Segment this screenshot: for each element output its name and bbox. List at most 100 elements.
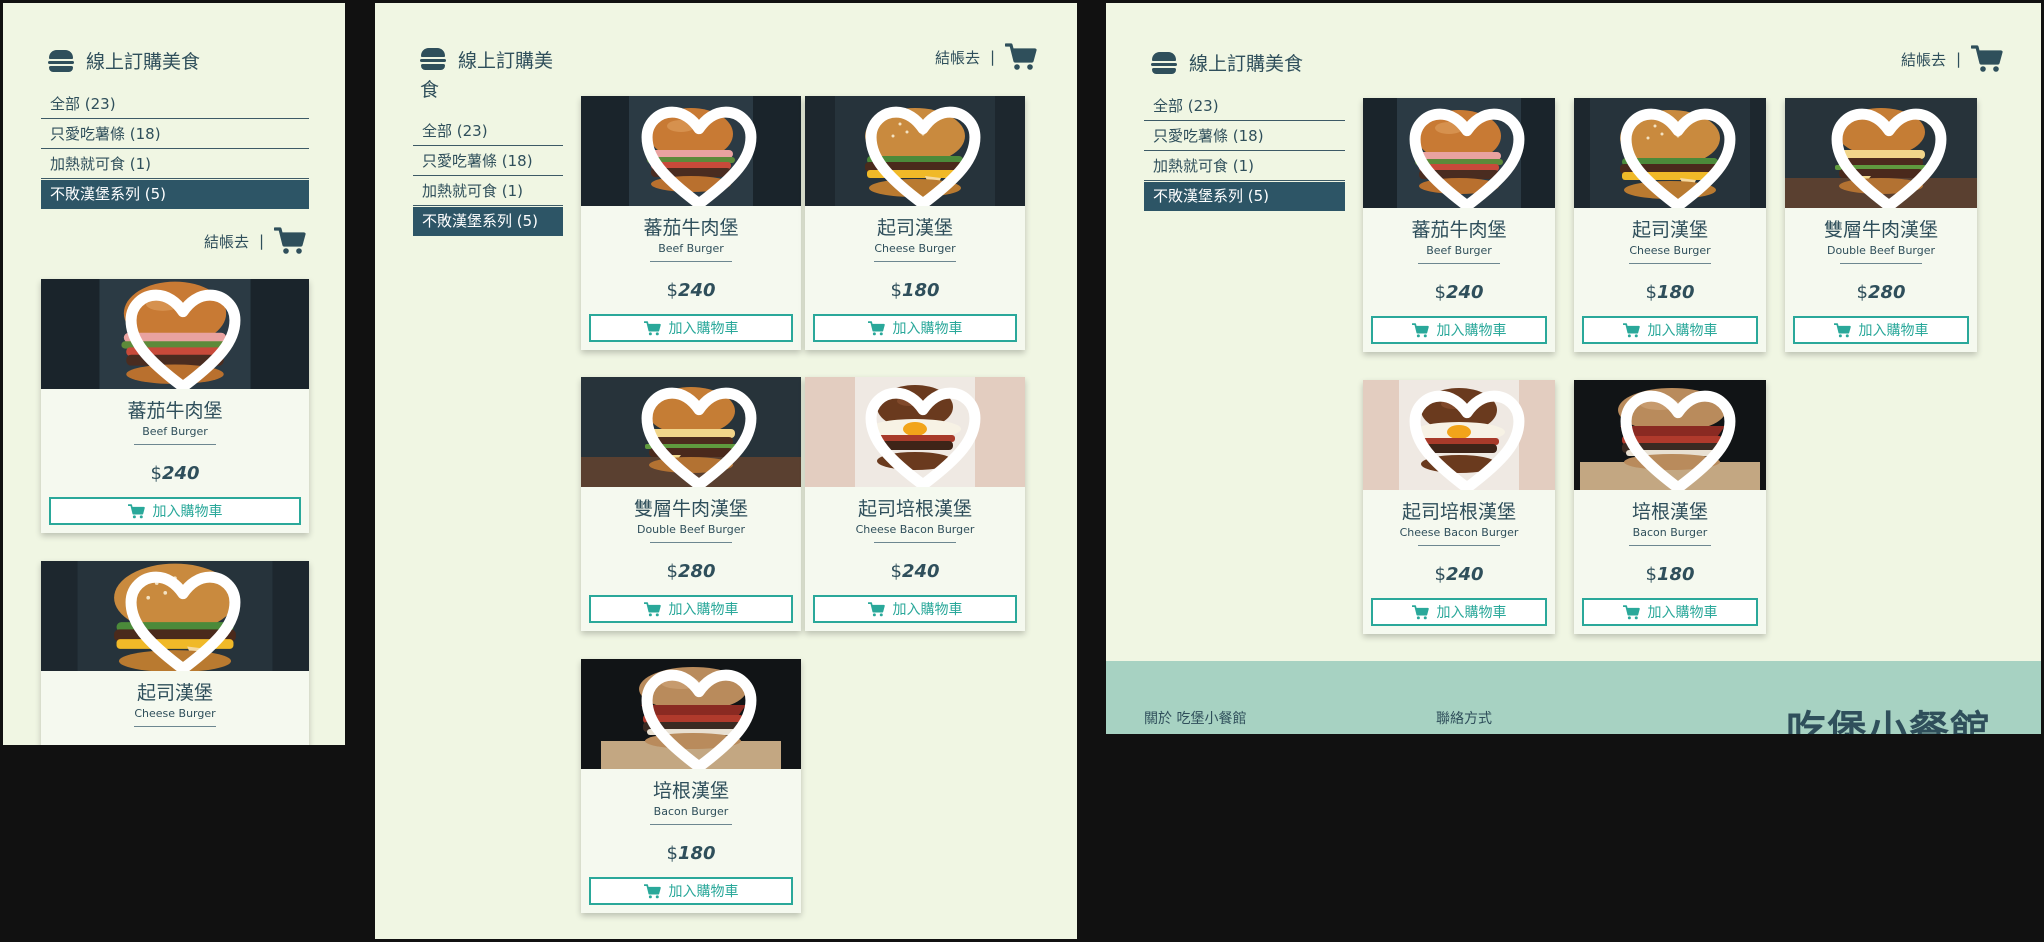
checkout-label: 結帳去 bbox=[204, 232, 250, 251]
checkout-link[interactable]: 結帳去 | bbox=[1901, 45, 2003, 73]
checkout-separator: | bbox=[1956, 50, 1962, 68]
brand[interactable]: 線上訂購美食 bbox=[48, 47, 200, 74]
product-image-cheese-bacon-burger[interactable] bbox=[805, 377, 1025, 487]
checkout-link[interactable]: 結帳去 | bbox=[204, 227, 306, 255]
tablet-view-panel: 線上訂購美食 全部 (23) 只愛吃薯條 (18) 加熱就可食 (1) 不敗漢堡… bbox=[375, 3, 1077, 939]
product-card: 雙層牛肉漢堡 Double Beef Burger $280 加入購物車 bbox=[1785, 98, 1977, 352]
product-subtitle: Bacon Burger bbox=[1632, 526, 1708, 539]
category-item-burgers[interactable]: 不敗漢堡系列 (5) bbox=[1144, 182, 1345, 211]
add-to-cart-button[interactable]: 加入購物車 bbox=[49, 497, 301, 525]
heart-icon[interactable] bbox=[1793, 105, 1977, 208]
add-to-cart-button[interactable]: 加入購物車 bbox=[813, 314, 1017, 342]
product-card: 雙層牛肉漢堡 Double Beef Burger $280 加入購物車 bbox=[581, 377, 801, 631]
product-image-cheese-bacon-burger[interactable] bbox=[1363, 380, 1555, 490]
add-to-cart-label: 加入購物車 bbox=[668, 602, 739, 618]
product-card: 培根漢堡 Bacon Burger $180 加入購物車 bbox=[581, 659, 801, 913]
category-item-burgers[interactable]: 不敗漢堡系列 (5) bbox=[41, 180, 309, 209]
product-title: 起司漢堡 bbox=[1631, 219, 1708, 241]
product-image-beef-burger[interactable] bbox=[581, 96, 801, 206]
category-item-fries[interactable]: 只愛吃薯條 (18) bbox=[1144, 122, 1345, 151]
footer-contact-link[interactable]: 聯絡方式 bbox=[1436, 708, 1492, 728]
checkout-link[interactable]: 結帳去 | bbox=[935, 43, 1037, 71]
heart-icon[interactable] bbox=[589, 103, 801, 206]
cart-icon bbox=[1412, 323, 1429, 338]
product-title: 蕃茄牛肉堡 bbox=[1411, 219, 1507, 241]
brand[interactable]: 線上訂購美食 bbox=[1151, 49, 1303, 76]
product-subtitle: Beef Burger bbox=[1426, 244, 1492, 257]
heart-icon[interactable] bbox=[589, 666, 801, 769]
heart-icon[interactable] bbox=[49, 568, 309, 671]
add-to-cart-button[interactable]: 加入購物車 bbox=[589, 314, 793, 342]
product-subtitle: Double Beef Burger bbox=[636, 523, 746, 536]
heart-icon[interactable] bbox=[589, 384, 801, 487]
brand[interactable]: 線上訂購美食 bbox=[420, 47, 570, 105]
divider bbox=[650, 824, 732, 825]
desktop-view-panel: 線上訂購美食 結帳去 | 全部 (23) 只愛吃薯條 (18) 加熱就可食 (1… bbox=[1106, 3, 2041, 734]
shopping-cart-icon[interactable] bbox=[1971, 45, 2003, 73]
heart-icon[interactable] bbox=[1582, 105, 1766, 208]
product-image-double-beef-burger[interactable] bbox=[581, 377, 801, 487]
category-item-all[interactable]: 全部 (23) bbox=[1144, 92, 1345, 121]
product-title: 起司漢堡 bbox=[136, 682, 213, 704]
category-item-heat[interactable]: 加熱就可食 (1) bbox=[1144, 152, 1345, 181]
product-card: 起司漢堡 Cheese Burger $180 加入購物車 bbox=[1574, 98, 1766, 352]
add-to-cart-button[interactable]: 加入購物車 bbox=[589, 877, 793, 905]
category-item-burgers[interactable]: 不敗漢堡系列 (5) bbox=[413, 207, 563, 236]
shopping-cart-icon[interactable] bbox=[1005, 43, 1037, 71]
checkout-label: 結帳去 bbox=[935, 48, 981, 67]
product-image-bacon-burger[interactable] bbox=[1574, 380, 1766, 490]
divider bbox=[874, 261, 956, 262]
product-image-double-beef-burger[interactable] bbox=[1785, 98, 1977, 208]
add-to-cart-label: 加入購物車 bbox=[668, 321, 739, 337]
category-item-all[interactable]: 全部 (23) bbox=[413, 117, 563, 146]
product-price: $240 bbox=[890, 561, 940, 582]
heart-icon[interactable] bbox=[813, 384, 1025, 487]
divider bbox=[650, 542, 732, 543]
product-price: $180 bbox=[666, 843, 716, 864]
add-to-cart-button[interactable]: 加入購物車 bbox=[1582, 316, 1758, 344]
add-to-cart-label: 加入購物車 bbox=[1647, 605, 1718, 621]
product-image-beef-burger[interactable] bbox=[1363, 98, 1555, 208]
shopping-cart-icon[interactable] bbox=[274, 227, 306, 255]
product-subtitle: Double Beef Burger bbox=[1826, 244, 1936, 257]
divider bbox=[874, 542, 956, 543]
product-title: 雙層牛肉漢堡 bbox=[633, 498, 748, 520]
product-image-cheese-burger[interactable] bbox=[41, 561, 309, 671]
category-item-all[interactable]: 全部 (23) bbox=[41, 90, 309, 119]
brand-title: 線上訂購美食 bbox=[86, 51, 201, 73]
product-image-cheese-burger[interactable] bbox=[805, 96, 1025, 206]
add-to-cart-button[interactable]: 加入購物車 bbox=[1582, 598, 1758, 626]
heart-icon[interactable] bbox=[813, 103, 1025, 206]
heart-icon[interactable] bbox=[1371, 105, 1555, 208]
product-title: 蕃茄牛肉堡 bbox=[643, 217, 739, 239]
category-item-heat[interactable]: 加熱就可食 (1) bbox=[41, 150, 309, 179]
product-title: 起司培根漢堡 bbox=[1401, 501, 1516, 523]
footer-about-link[interactable]: 關於 吃堡小餐館 bbox=[1144, 708, 1246, 728]
divider bbox=[134, 726, 216, 727]
product-card: 起司漢堡 Cheese Burger $180 加入購物車 bbox=[805, 96, 1025, 350]
product-image-beef-burger[interactable] bbox=[41, 279, 309, 389]
add-to-cart-button[interactable]: 加入購物車 bbox=[813, 595, 1017, 623]
product-subtitle: Cheese Burger bbox=[134, 707, 216, 720]
product-card: 培根漢堡 Bacon Burger $180 加入購物車 bbox=[1574, 380, 1766, 634]
category-item-heat[interactable]: 加熱就可食 (1) bbox=[413, 177, 563, 206]
heart-icon[interactable] bbox=[1582, 387, 1766, 490]
product-subtitle: Beef Burger bbox=[658, 242, 724, 255]
add-to-cart-label: 加入購物車 bbox=[668, 884, 739, 900]
heart-icon[interactable] bbox=[49, 286, 309, 389]
burger-icon bbox=[48, 49, 74, 72]
category-item-fries[interactable]: 只愛吃薯條 (18) bbox=[413, 147, 563, 176]
divider bbox=[1418, 545, 1500, 546]
heart-icon[interactable] bbox=[1371, 387, 1555, 490]
category-item-fries[interactable]: 只愛吃薯條 (18) bbox=[41, 120, 309, 149]
cart-icon bbox=[868, 321, 885, 336]
product-image-bacon-burger[interactable] bbox=[581, 659, 801, 769]
product-image-cheese-burger[interactable] bbox=[1574, 98, 1766, 208]
product-card: 起司培根漢堡 Cheese Bacon Burger $240 加入購物車 bbox=[1363, 380, 1555, 634]
add-to-cart-button[interactable]: 加入購物車 bbox=[589, 595, 793, 623]
add-to-cart-button[interactable]: 加入購物車 bbox=[1371, 598, 1547, 626]
add-to-cart-button[interactable]: 加入購物車 bbox=[1371, 316, 1547, 344]
category-list: 全部 (23) 只愛吃薯條 (18) 加熱就可食 (1) 不敗漢堡系列 (5) bbox=[41, 90, 309, 210]
add-to-cart-button[interactable]: 加入購物車 bbox=[1793, 316, 1969, 344]
product-title: 雙層牛肉漢堡 bbox=[1823, 219, 1938, 241]
